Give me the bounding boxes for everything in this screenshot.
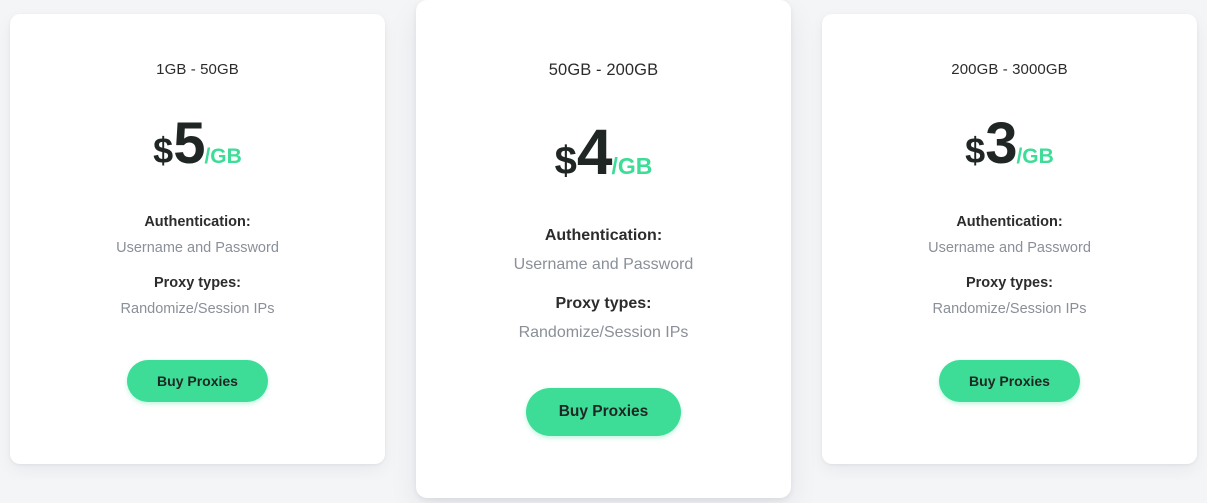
plan-feature-list: Authentication: Username and Password Pr…: [514, 227, 694, 342]
feature-label: Proxy types:: [965, 275, 1054, 291]
price-unit: /GB: [1016, 145, 1054, 168]
pricing-card-starter[interactable]: 1GB - 50GB $ 5 /GB Authentication: Usern…: [10, 14, 385, 464]
buy-proxies-button[interactable]: Buy Proxies: [939, 360, 1080, 402]
plan-title: 1GB - 50GB: [156, 61, 239, 78]
price-unit: /GB: [611, 153, 653, 179]
feature-value: Username and Password: [928, 240, 1091, 256]
price-amount: 4: [576, 116, 613, 188]
plan-feature-list: Authentication: Username and Password Pr…: [116, 214, 279, 317]
feature-label: Authentication:: [544, 227, 663, 244]
feature-label: Authentication:: [144, 214, 251, 230]
price-amount: 3: [985, 111, 1017, 176]
feature-group-proxy-types: Proxy types: Randomize/Session IPs: [933, 275, 1087, 317]
feature-value: Randomize/Session IPs: [932, 301, 1087, 317]
price-unit: /GB: [204, 145, 242, 168]
feature-label: Proxy types:: [153, 275, 242, 291]
feature-group-authentication: Authentication: Username and Password: [514, 227, 694, 274]
feature-value: Randomize/Session IPs: [120, 301, 275, 317]
plan-price: $ 5 /GB: [153, 115, 242, 173]
pricing-plans-container: 1GB - 50GB $ 5 /GB Authentication: Usern…: [0, 0, 1207, 503]
plan-title: 200GB - 3000GB: [951, 61, 1068, 78]
feature-value: Randomize/Session IPs: [518, 324, 689, 341]
feature-group-proxy-types: Proxy types: Randomize/Session IPs: [121, 275, 275, 317]
feature-value: Username and Password: [513, 256, 694, 273]
buy-proxies-button[interactable]: Buy Proxies: [127, 360, 268, 402]
pricing-card-standard[interactable]: 50GB - 200GB $ 4 /GB Authentication: Use…: [416, 0, 791, 498]
price-currency-symbol: $: [554, 139, 577, 183]
feature-label: Proxy types:: [555, 295, 652, 312]
price-currency-symbol: $: [153, 130, 174, 171]
plan-price: $ 4 /GB: [555, 120, 653, 184]
feature-value: Username and Password: [116, 240, 279, 256]
price-amount: 5: [173, 111, 205, 176]
feature-group-proxy-types: Proxy types: Randomize/Session IPs: [519, 295, 689, 342]
plan-feature-list: Authentication: Username and Password Pr…: [928, 214, 1091, 317]
feature-label: Authentication:: [956, 214, 1063, 230]
feature-group-authentication: Authentication: Username and Password: [928, 214, 1091, 256]
plan-price: $ 3 /GB: [965, 115, 1054, 173]
plan-title: 50GB - 200GB: [548, 61, 659, 79]
buy-proxies-button[interactable]: Buy Proxies: [525, 388, 682, 436]
pricing-card-enterprise[interactable]: 200GB - 3000GB $ 3 /GB Authentication: U…: [822, 14, 1197, 464]
price-currency-symbol: $: [965, 130, 986, 171]
feature-group-authentication: Authentication: Username and Password: [116, 214, 279, 256]
